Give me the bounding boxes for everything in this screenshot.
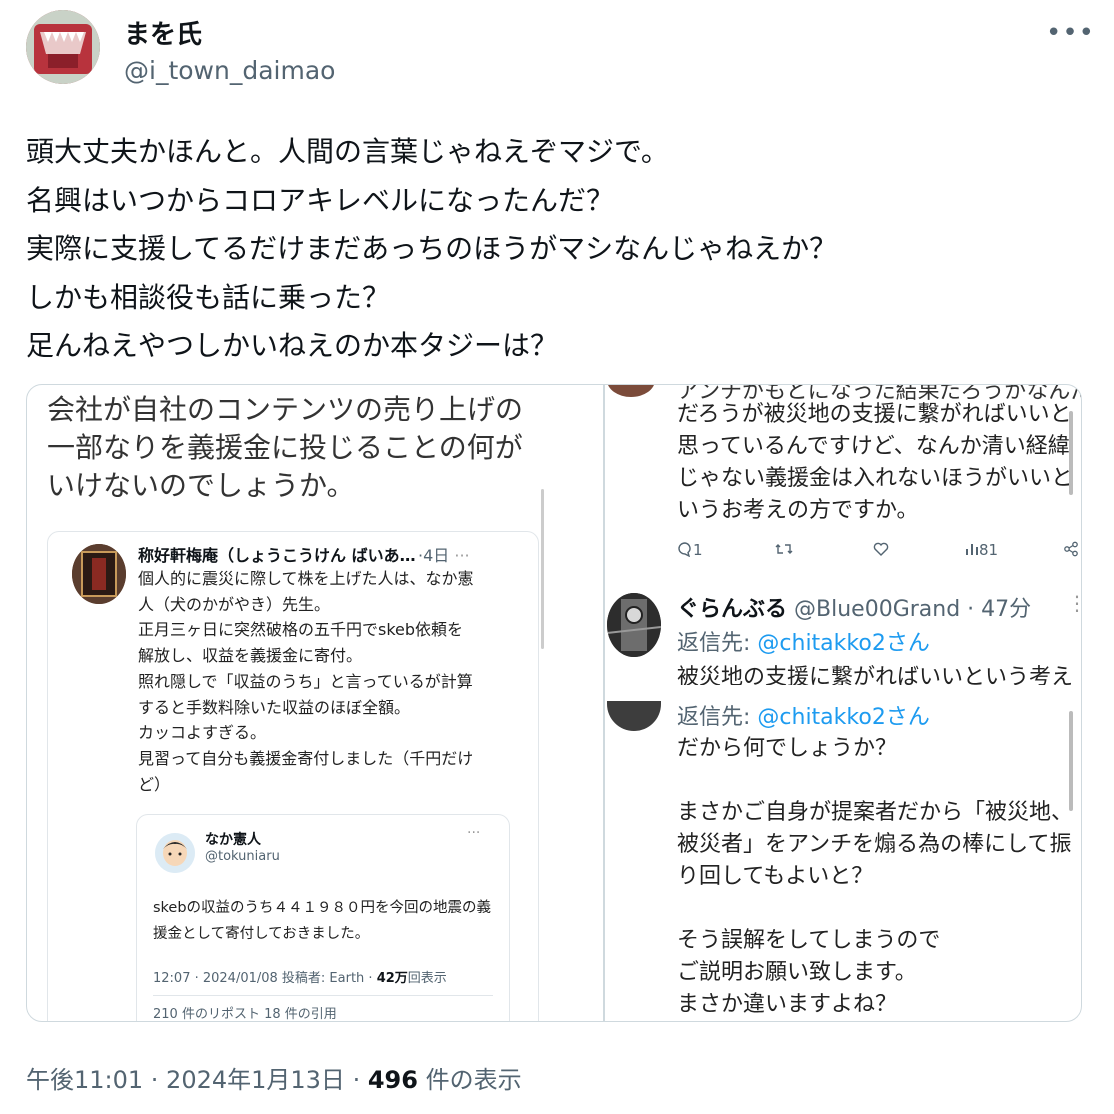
reply-line: り回してもよいと？ [677, 864, 874, 889]
views-count: 81 [965, 541, 998, 559]
reply-line: だろうが被災地の支援に繋がればいいと [677, 402, 1072, 427]
embedded-time-text: ·4日 [418, 546, 450, 565]
embedded-line: 解放し、収益を義援金に寄付。 [138, 646, 363, 666]
quoted-stats-cut: 210 件のリポスト 18 件の引用 [153, 1007, 337, 1021]
reply-to-label: 返信先: [677, 705, 758, 730]
tweet-line: 名興はいつからコロアキレベルになったんだ？ [26, 183, 615, 217]
comment-icon [678, 542, 691, 558]
tweet-line: 足んねえやつしかいねえのか本タジーは？ [26, 329, 559, 362]
reply-more-icon: ⋮ [1067, 591, 1081, 615]
reply-line: いうお考えの方ですか。 [677, 498, 919, 523]
tweet-line: 実際に支援してるだけまだあっちのほうがマシなんじゃねえか？ [26, 232, 838, 265]
reply-avatar-top [607, 385, 655, 397]
reply-line: まさかご自身が提案者だから「被災地、 [677, 800, 1074, 825]
embedded-line: 正月三ヶ日に突然破格の五千円でskeb依頼を [138, 620, 464, 640]
screenshot-scrollbar [1069, 411, 1073, 495]
reply-to-mention: @chitakko2さん [757, 705, 930, 730]
reply-to-label: 返信先: [677, 631, 758, 656]
reply-line: ご説明お願い致します。 [677, 960, 917, 985]
share-icon [1063, 541, 1079, 561]
embedded-line: すると手数料除いた収益のほぼ全額。 [138, 697, 411, 717]
views-count-text: 81 [979, 541, 999, 559]
screenshot-title: 会社が自社のコンテンツの売り上げの一部なりを義援金に投じることの何がいけないので… [47, 393, 524, 502]
like-icon [873, 541, 889, 561]
tweet-line: しかも相談役も話に乗った？ [26, 280, 391, 314]
quoted-meta: 12:07 · 2024/01/08 投稿者: Earth · 42万回表示 [153, 967, 447, 986]
quoted-meta-time: 12:07 · 2024/01/08 投稿者: Earth · [153, 971, 377, 986]
quoted-avatar [155, 833, 195, 873]
views-label: 件の表示 [417, 1066, 522, 1094]
embedded-dots-icon: ··· [454, 546, 470, 565]
embedded-avatar [72, 544, 126, 604]
embedded-line: カッコよすぎる。 [138, 723, 267, 743]
reply-avatar-cut [607, 701, 661, 731]
reply-actions: 1 81 [677, 541, 1081, 565]
reply-line: まさか違いますよね？ [677, 992, 898, 1017]
tweet-timestamp[interactable]: 午後11:01 · 2024年1月13日 · [26, 1066, 368, 1094]
reply-avatar [607, 593, 661, 657]
quoted-author-name: なか憲人 [205, 832, 261, 848]
quoted-meta-label: 回表示 [407, 971, 447, 986]
reply-count-text: 1 [693, 541, 703, 559]
more-options-icon[interactable]: ••• [1046, 18, 1095, 48]
reply-body-second: だから何でしょうか？ まさかご自身が提案者だから「被災地、 被災者」をアンチを煽… [677, 733, 1073, 1021]
embedded-line: 照れ隠しで「収益のうち」と言っているが計算 [138, 671, 473, 691]
views-count: 496 [367, 1066, 418, 1094]
embedded-author-name: 称好軒梅庵（しょうこうけん ばいあ… [138, 546, 416, 565]
tweet-text: 頭大丈夫かほんと。人間の言葉じゃねえぞマジで。 名興はいつからコロアキレベルにな… [26, 128, 837, 371]
reply-to: 返信先: @chitakko2さん [677, 699, 930, 731]
reply-author-name: ぐらんぶる [677, 597, 788, 622]
embedded-line: 個人的に震災に際して株を上げた人は、なか憲 [138, 569, 474, 588]
divider [153, 995, 493, 996]
tweet-media[interactable]: 会社が自社のコンテンツの売り上げの一部なりを義援金に投じることの何がいけないので… [26, 384, 1082, 1022]
quoted-post-card: なか憲人 @tokuniaru ··· skebの収益のうち４４１９８０円を今回… [136, 814, 510, 1021]
quoted-dots-icon: ··· [467, 825, 481, 841]
screenshot-scrollbar [1069, 711, 1073, 811]
reply-line [677, 765, 1073, 797]
reply-author: ぐらんぶる @Blue00Grand · 47分 [677, 591, 1031, 623]
chart-icon [966, 544, 978, 555]
reply-line: 思っているんですけど、なんか清い経緯 [677, 434, 1070, 459]
embedded-body: 個人的に震災に際して株を上げた人は、なか憲 人（犬のかがやき）先生。 正月三ヶ日… [138, 566, 518, 797]
reply-author-meta: @Blue00Grand · 47分 [794, 597, 1032, 622]
reply-to: 返信先: @chitakko2さん [677, 625, 930, 657]
author-name[interactable]: まを氏 [124, 14, 202, 51]
quoted-meta-views: 42万 [376, 971, 408, 986]
embedded-line: ど） [138, 774, 171, 794]
screenshot-scrollbar [541, 489, 544, 649]
media-image-left[interactable]: 会社が自社のコンテンツの売り上げの一部なりを義援金に投じることの何がいけないので… [27, 385, 603, 1021]
author-handle[interactable]: @i_town_daimao [124, 56, 335, 85]
reply-line: じゃない義援金は入れないほうがいいと [677, 466, 1074, 491]
quoted-author-handle: @tokuniaru [205, 849, 280, 864]
repost-icon [775, 541, 793, 561]
author-avatar[interactable] [26, 10, 100, 84]
tweet-footer: 午後11:01 · 2024年1月13日 · 496 件の表示 [26, 1060, 522, 1095]
reply-line [677, 893, 1073, 925]
media-image-right[interactable]: アンチがもとになった結果だろうがなんだ だろうが被災地の支援に繋がればいいと 思… [605, 385, 1081, 1021]
embedded-line: 見習って自分も義援金寄付しました（千円だけ [138, 748, 474, 768]
reply-line: そう誤解をしてしまうので [677, 928, 941, 953]
reply-to-mention: @chitakko2さん [757, 631, 930, 656]
reply-line: 被災者」をアンチを煽る為の棒にして振 [677, 832, 1072, 857]
embedded-post-card: 称好軒梅庵（しょうこうけん ばいあ… ·4日 ··· 個人的に震災に際して株を上… [47, 531, 539, 1021]
reply-count: 1 [677, 541, 703, 559]
reply-line: だから何でしょうか？ [677, 736, 898, 761]
embedded-time: ·4日 ··· [418, 542, 470, 566]
tweet-line: 頭大丈夫かほんと。人間の言葉じゃねえぞマジで。 [26, 135, 669, 168]
embedded-line: 人（犬のかがやき）先生。 [138, 594, 331, 614]
reply-body-top: だろうが被災地の支援に繋がればいいと 思っているんですけど、なんか清い経緯 じゃ… [677, 399, 1073, 527]
quoted-body: skebの収益のうち４４１９８０円を今回の地震の義援金として寄付しておきました。 [153, 900, 492, 942]
